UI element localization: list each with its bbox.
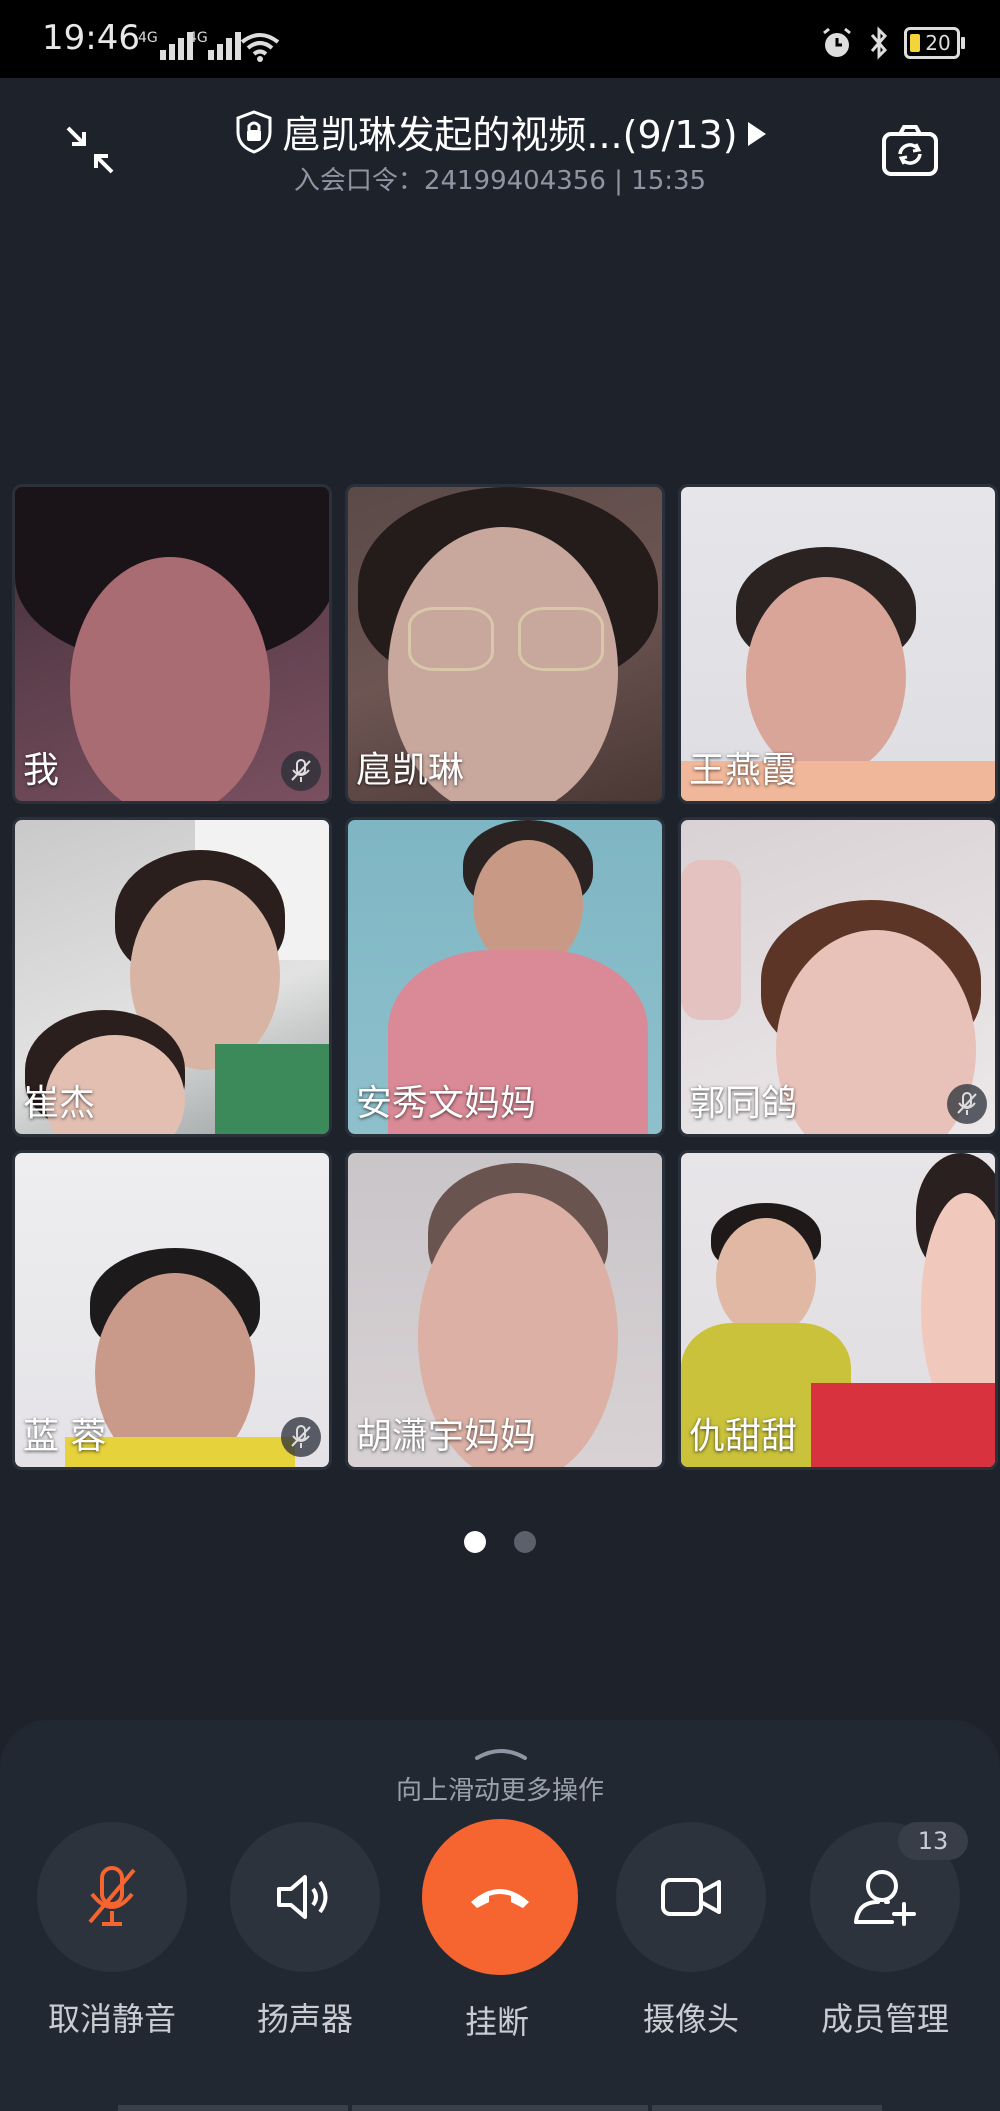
participant-name: 安秀文妈妈 bbox=[356, 1083, 537, 1124]
video-tile[interactable]: 扈凯琳 bbox=[345, 484, 665, 804]
network-label-2: 4G bbox=[188, 30, 208, 46]
speaker-button[interactable]: 扬声器 bbox=[230, 1822, 380, 2040]
page-dot-active[interactable] bbox=[464, 1531, 486, 1553]
video-tile[interactable]: 仇甜甜 bbox=[678, 1150, 998, 1470]
participant-name: 王燕霞 bbox=[689, 750, 798, 791]
alarm-icon bbox=[823, 27, 851, 57]
control-panel[interactable]: 向上滑动更多操作 取消静音 扬声器 挂断 摄像头 成员管理 bbox=[0, 1720, 1000, 2111]
meeting-code: 入会口令：24199404356 | 15:35 bbox=[293, 166, 707, 196]
switch-camera-icon[interactable] bbox=[880, 122, 940, 180]
signal-icon-2 bbox=[208, 26, 241, 60]
participant-name: 蓝 蓉 bbox=[23, 1416, 107, 1457]
network-label-1: 4G bbox=[138, 30, 158, 46]
mic-muted-icon bbox=[947, 1084, 987, 1124]
participant-name: 崔杰 bbox=[23, 1083, 96, 1124]
participant-name: 郭同鸽 bbox=[689, 1083, 798, 1124]
meeting-title[interactable]: 扈凯琳发起的视频...(9/13) bbox=[0, 104, 1000, 159]
hangup-label: 挂断 bbox=[464, 2003, 529, 2041]
video-tile[interactable]: 蓝 蓉 bbox=[12, 1150, 332, 1470]
play-icon[interactable] bbox=[747, 122, 766, 146]
video-camera-icon bbox=[661, 1878, 721, 1916]
nav-bar-segment bbox=[118, 2105, 348, 2111]
video-tile[interactable]: 郭同鸽 bbox=[678, 817, 998, 1137]
call-header: 扈凯琳发起的视频...(9/13) 入会口令：24199404356 | 15:… bbox=[0, 78, 1000, 208]
status-time: 19:46 bbox=[42, 18, 140, 58]
add-member-icon bbox=[854, 1870, 916, 1926]
page-dot[interactable] bbox=[514, 1531, 536, 1553]
unmute-label: 取消静音 bbox=[47, 2000, 176, 2038]
chevron-up-icon[interactable] bbox=[474, 1746, 528, 1760]
mic-muted-icon bbox=[281, 1417, 321, 1457]
battery-icon: 20 bbox=[904, 27, 965, 59]
swipe-hint: 向上滑动更多操作 bbox=[395, 1776, 604, 1806]
battery-level: 20 bbox=[925, 31, 951, 55]
camera-label: 摄像头 bbox=[642, 2000, 739, 2038]
video-grid: 我 扈凯琳 王燕霞 崔杰 安秀文妈妈 郭同鸽 蓝 蓉 胡潇宇妈妈 仇甜甜 bbox=[12, 484, 998, 1470]
page-indicator[interactable] bbox=[0, 1531, 1000, 1553]
video-tile[interactable]: 安秀文妈妈 bbox=[345, 817, 665, 1137]
speaker-icon bbox=[277, 1875, 328, 1919]
nav-bar-segment bbox=[652, 2105, 882, 2111]
status-bar: 19:46 4G 4G 20 bbox=[0, 0, 1000, 78]
mic-off-icon bbox=[88, 1866, 136, 1926]
phone-hangup-icon bbox=[471, 1889, 529, 1908]
video-tile[interactable]: 胡潇宇妈妈 bbox=[345, 1150, 665, 1470]
video-tile[interactable]: 崔杰 bbox=[12, 817, 332, 1137]
mic-muted-icon bbox=[281, 751, 321, 791]
bluetooth-icon bbox=[870, 26, 888, 60]
camera-button[interactable]: 摄像头 bbox=[616, 1822, 766, 2040]
video-tile[interactable]: 我 bbox=[12, 484, 332, 804]
shield-lock-icon bbox=[236, 110, 272, 154]
members-count-badge: 13 bbox=[898, 1822, 968, 1860]
nav-bar-segment bbox=[352, 2105, 648, 2111]
participant-name: 胡潇宇妈妈 bbox=[356, 1416, 537, 1457]
participant-name: 仇甜甜 bbox=[689, 1416, 798, 1457]
wifi-icon bbox=[240, 33, 280, 62]
participant-name: 扈凯琳 bbox=[356, 750, 465, 791]
hangup-button[interactable]: 挂断 bbox=[422, 1819, 578, 2043]
speaker-label: 扬声器 bbox=[256, 2000, 353, 2038]
unmute-button[interactable]: 取消静音 bbox=[37, 1822, 187, 2040]
participant-name: 我 bbox=[23, 750, 60, 791]
meeting-title-text: 扈凯琳发起的视频...(9/13) bbox=[282, 113, 738, 157]
members-label: 成员管理 bbox=[820, 2000, 949, 2038]
video-tile[interactable]: 王燕霞 bbox=[678, 484, 998, 804]
